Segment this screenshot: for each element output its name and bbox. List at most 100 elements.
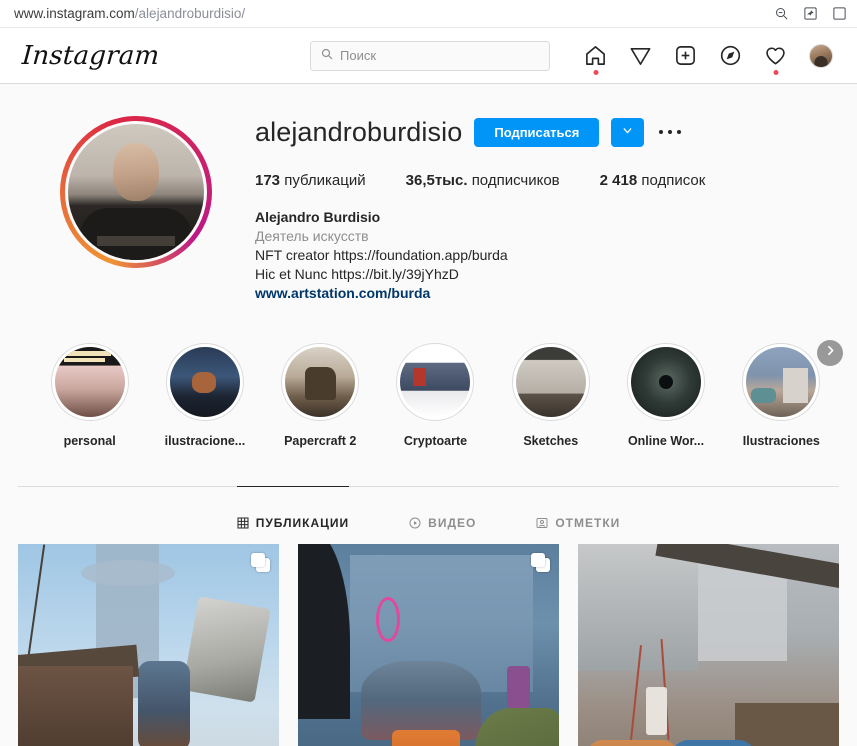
highlight-item[interactable]: Sketches: [493, 343, 608, 448]
profile-website-link[interactable]: www.artstation.com/burda: [255, 285, 430, 301]
profile-header: alejandroburdisio Подписаться 173 публик…: [18, 84, 839, 303]
stat-posts[interactable]: 173 публикаций: [255, 172, 366, 189]
story-ring[interactable]: [59, 116, 212, 268]
username-row: alejandroburdisio Подписаться: [255, 114, 839, 150]
tagged-icon: [536, 517, 548, 529]
highlight-item[interactable]: Cryptoarte: [378, 343, 493, 448]
profile-category: Деятель искусств: [255, 228, 369, 244]
highlight-ring: [511, 343, 590, 421]
search-icon: [321, 47, 333, 65]
highlight-item[interactable]: ilustracione...: [147, 343, 262, 448]
url-text[interactable]: www.instagram.com/alejandroburdisio/: [14, 6, 245, 21]
highlight-ring: [281, 343, 360, 421]
post-thumbnail[interactable]: [298, 544, 559, 746]
highlight-thumbnail: [400, 347, 471, 417]
carousel-indicator-icon: [251, 553, 270, 572]
browser-actions: [774, 6, 849, 21]
stat-following-value: 2 418: [599, 172, 638, 189]
stat-following[interactable]: 2 418 подписок: [600, 172, 706, 189]
profile-avatar[interactable]: [809, 43, 833, 68]
highlight-ring: [742, 343, 821, 421]
tab-tagged-label: ОТМЕТКИ: [555, 516, 621, 530]
activity-badge-dot: [773, 70, 778, 75]
story-highlights: personal ilustracione... Papercraft 2 Cr…: [18, 303, 843, 448]
pin-icon[interactable]: [803, 6, 818, 21]
stat-posts-label: публикаций: [284, 172, 366, 189]
post-grid: [18, 540, 839, 746]
collections-icon[interactable]: [832, 6, 847, 21]
page-title: alejandroburdisio: [255, 116, 463, 147]
url-domain: www.instagram.com: [14, 6, 135, 21]
tab-posts[interactable]: ПУБЛИКАЦИИ: [236, 486, 350, 540]
highlight-thumbnail: [169, 347, 240, 417]
highlight-label: Sketches: [523, 434, 579, 448]
profile-photo-column: [18, 114, 253, 303]
profile-bio: Alejandro Burdisio Деятель искусств NFT …: [255, 208, 839, 303]
highlight-thumbnail: [515, 347, 586, 417]
bio-line-1: NFT creator https://foundation.app/burda: [255, 247, 508, 263]
stat-following-label: подписок: [641, 172, 706, 189]
post-thumbnail[interactable]: [578, 544, 839, 746]
highlight-item[interactable]: Papercraft 2: [263, 343, 378, 448]
explore-icon[interactable]: [719, 44, 742, 67]
story-ring-gap: [64, 121, 207, 263]
browser-url-bar[interactable]: www.instagram.com/alejandroburdisio/: [0, 0, 857, 28]
profile-page: alejandroburdisio Подписаться 173 публик…: [0, 84, 857, 746]
direct-messages-icon[interactable]: [629, 44, 652, 67]
home-icon[interactable]: [584, 44, 607, 75]
chevron-right-icon: [824, 344, 837, 362]
highlight-label: Ilustraciones: [742, 434, 820, 448]
highlight-item[interactable]: Online Wor...: [608, 343, 723, 448]
highlight-ring: [396, 343, 475, 421]
profile-fullname: Alejandro Burdisio: [255, 209, 381, 225]
stat-posts-value: 173: [255, 172, 281, 189]
stat-followers[interactable]: 36,5тыс. подписчиков: [406, 172, 560, 189]
profile-photo-face: [112, 143, 159, 202]
instagram-top-nav: Instagram: [0, 28, 857, 84]
highlight-thumbnail: [54, 347, 125, 417]
highlight-thumbnail: [285, 347, 356, 417]
search-box[interactable]: [310, 40, 550, 71]
highlight-item[interactable]: personal: [32, 343, 147, 448]
profile-info-column: alejandroburdisio Подписаться 173 публик…: [253, 114, 839, 303]
url-path: /alejandroburdisio/: [134, 6, 246, 21]
tab-video-label: ВИДЕО: [428, 516, 477, 530]
stat-followers-value: 36,5тыс.: [405, 172, 468, 189]
activity-heart-icon[interactable]: [764, 44, 787, 75]
new-post-icon[interactable]: [674, 44, 697, 67]
bio-line-2: Hic et Nunc https://bit.ly/39jYhzD: [255, 266, 459, 282]
highlight-label: ilustracione...: [164, 434, 246, 448]
zoom-out-icon[interactable]: [774, 6, 789, 21]
profile-photo-strap: [96, 236, 175, 246]
carousel-indicator-icon: [531, 553, 550, 572]
tab-video[interactable]: ВИДЕО: [409, 486, 476, 540]
post-thumbnail[interactable]: [18, 544, 279, 746]
highlight-ring: [50, 343, 129, 421]
profile-photo-torso: [79, 208, 192, 260]
highlight-thumbnail: [746, 347, 817, 417]
nav-icon-group: [584, 43, 839, 75]
highlight-label: Cryptoarte: [403, 434, 468, 448]
highlights-next-button[interactable]: [817, 340, 843, 366]
profile-stats: 173 публикаций 36,5тыс. подписчиков 2 41…: [255, 172, 839, 189]
grid-icon: [237, 517, 249, 529]
profile-photo[interactable]: [67, 124, 204, 260]
highlight-label: personal: [63, 434, 116, 448]
profile-tabs: ПУБЛИКАЦИИ ВИДЕО ОТМЕТКИ: [18, 486, 839, 540]
more-options-icon[interactable]: [656, 118, 684, 146]
highlight-ring: [165, 343, 244, 421]
highlight-label: Papercraft 2: [284, 434, 357, 448]
home-badge-dot: [593, 70, 598, 75]
tab-posts-label: ПУБЛИКАЦИИ: [255, 516, 350, 530]
follow-button[interactable]: Подписаться: [474, 117, 600, 147]
tab-tagged[interactable]: ОТМЕТКИ: [536, 486, 620, 540]
video-icon: [409, 517, 421, 529]
highlight-ring: [627, 343, 706, 421]
highlight-thumbnail: [631, 347, 702, 417]
instagram-logo[interactable]: Instagram: [21, 41, 160, 71]
chevron-down-icon: [621, 124, 634, 140]
search-input[interactable]: [340, 48, 539, 63]
highlight-label: Online Wor...: [627, 434, 705, 448]
stat-followers-label: подписчиков: [471, 172, 560, 189]
follow-dropdown-button[interactable]: [611, 117, 645, 147]
